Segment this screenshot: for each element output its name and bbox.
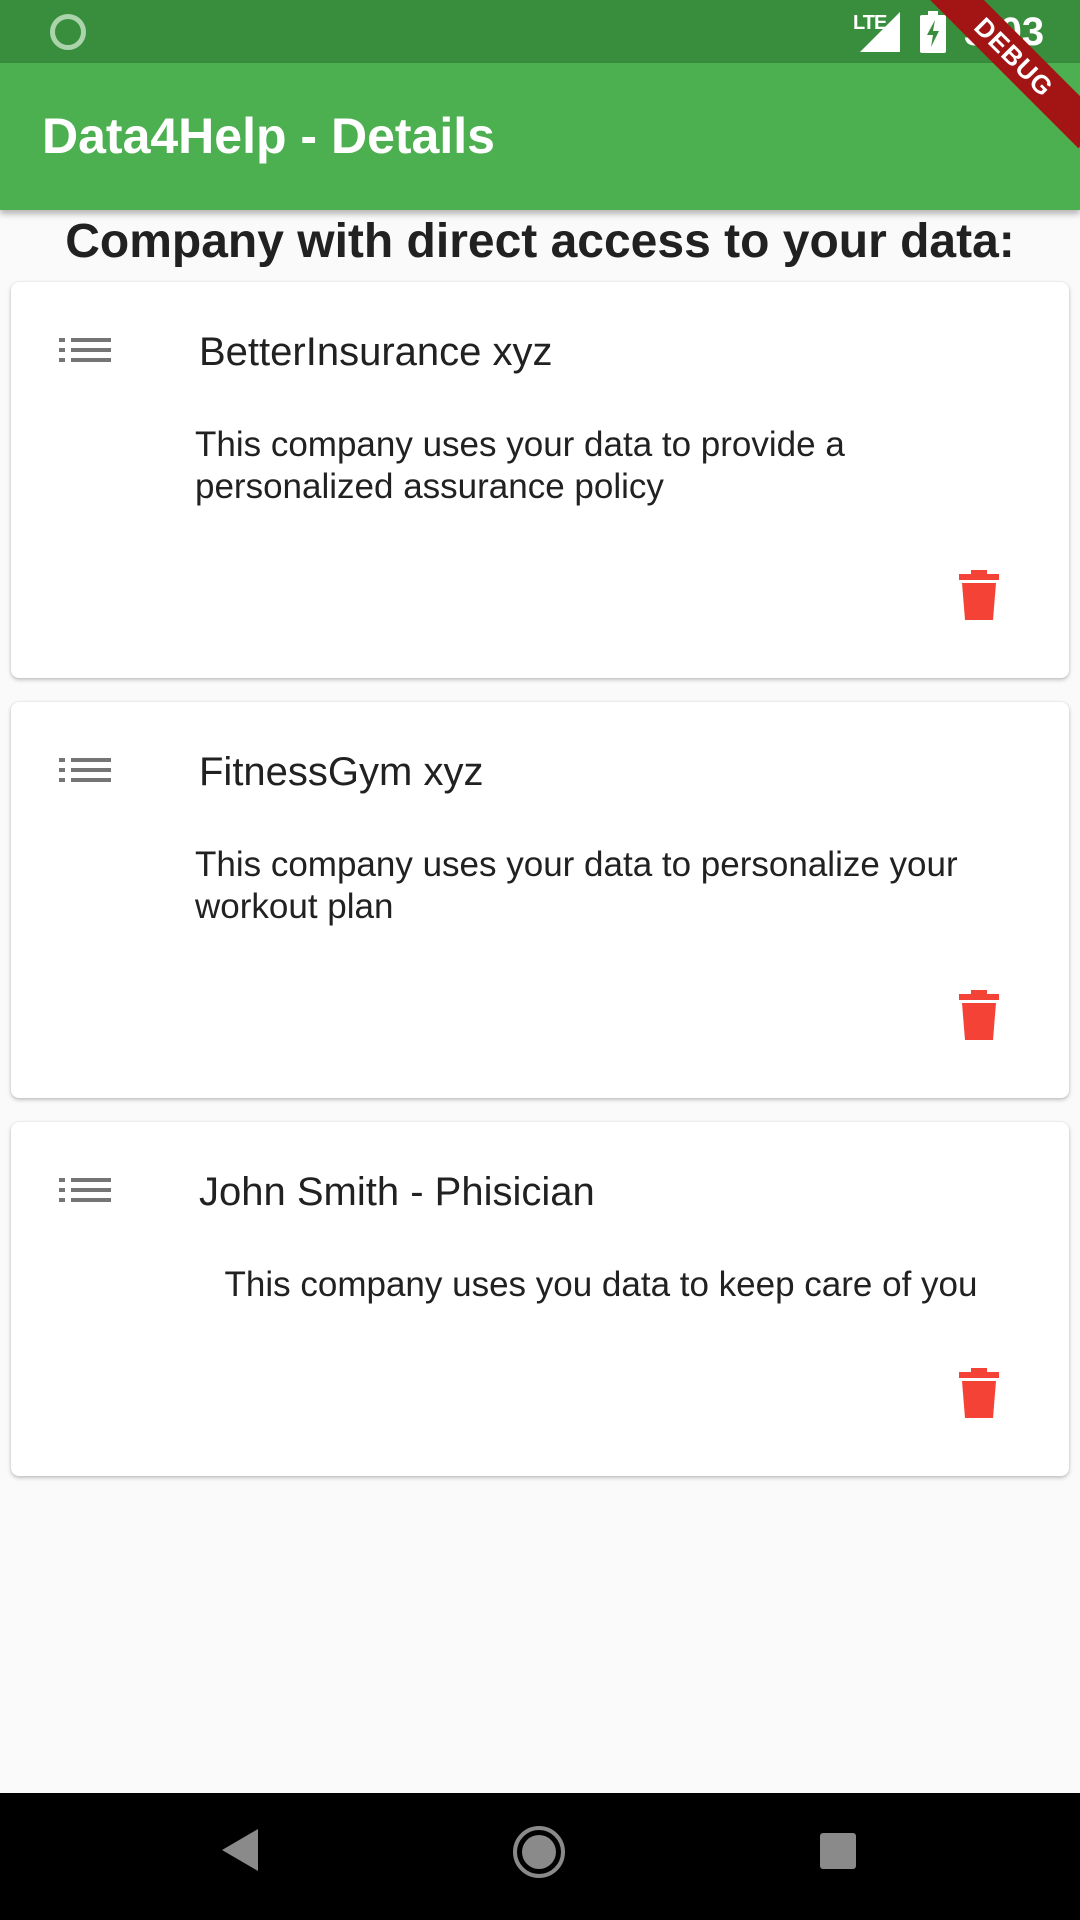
company-card: John Smith - Phisician This company uses… — [11, 1122, 1069, 1476]
list-icon — [59, 338, 111, 362]
delete-button[interactable] — [959, 1368, 999, 1418]
company-name: BetterInsurance xyz — [199, 330, 553, 374]
recents-icon[interactable] — [820, 1833, 856, 1869]
delete-button[interactable] — [959, 990, 999, 1040]
company-description: This company uses your data to personali… — [195, 845, 958, 926]
company-description: This company uses your data to provide a… — [195, 425, 845, 506]
company-name: FitnessGym xyz — [199, 750, 484, 794]
home-icon[interactable] — [512, 1825, 566, 1879]
signal-icon — [860, 12, 900, 52]
list-icon — [59, 758, 111, 782]
page-title: Data4Help - Details — [42, 108, 495, 164]
delete-button[interactable] — [959, 570, 999, 620]
status-bar: LTE 3:03 — [0, 0, 1080, 63]
app-bar: Data4Help - Details — [0, 63, 1080, 210]
back-icon[interactable] — [222, 1829, 258, 1871]
company-name: John Smith - Phisician — [199, 1170, 595, 1214]
battery-charging-icon — [920, 11, 946, 53]
section-heading: Company with direct access to your data: — [65, 215, 1015, 268]
company-card: FitnessGym xyz This company uses your da… — [11, 702, 1069, 1098]
company-card: BetterInsurance xyz This company uses yo… — [11, 282, 1069, 678]
list-icon — [59, 1178, 111, 1202]
navigation-bar — [0, 1793, 1080, 1920]
loading-icon — [50, 14, 86, 50]
company-description: This company uses you data to keep care … — [224, 1265, 978, 1304]
